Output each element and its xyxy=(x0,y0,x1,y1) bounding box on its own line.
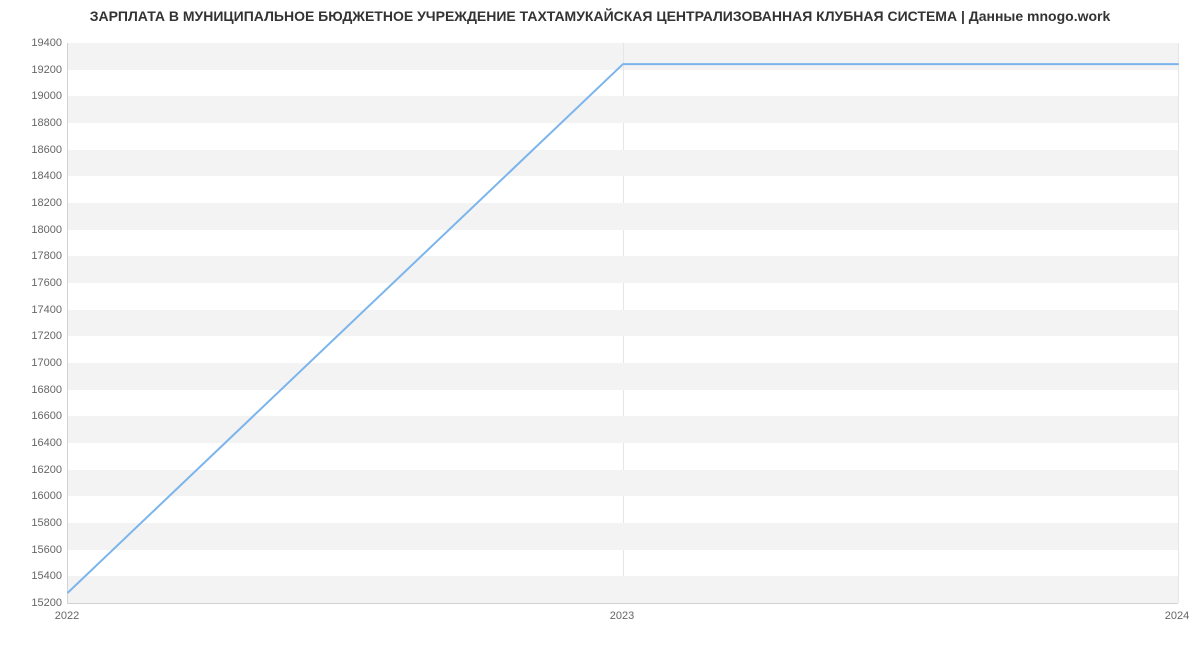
x-tick-label: 2024 xyxy=(1165,610,1189,622)
y-tick-label: 17600 xyxy=(7,277,62,289)
y-tick-label: 16000 xyxy=(7,490,62,502)
y-tick-label: 15200 xyxy=(7,597,62,609)
chart-title: ЗАРПЛАТА В МУНИЦИПАЛЬНОЕ БЮДЖЕТНОЕ УЧРЕЖ… xyxy=(0,8,1200,24)
y-tick-label: 15600 xyxy=(7,544,62,556)
y-tick-label: 15800 xyxy=(7,517,62,529)
y-tick-label: 16600 xyxy=(7,410,62,422)
y-tick-label: 16800 xyxy=(7,384,62,396)
y-tick-label: 16400 xyxy=(7,437,62,449)
line-chart: ЗАРПЛАТА В МУНИЦИПАЛЬНОЕ БЮДЖЕТНОЕ УЧРЕЖ… xyxy=(0,0,1200,650)
x-gridline xyxy=(1178,43,1179,603)
x-tick-label: 2022 xyxy=(55,610,79,622)
y-tick-label: 17800 xyxy=(7,250,62,262)
y-tick-label: 19200 xyxy=(7,64,62,76)
y-tick-label: 18400 xyxy=(7,170,62,182)
y-tick-label: 19400 xyxy=(7,37,62,49)
y-tick-label: 18800 xyxy=(7,117,62,129)
y-tick-label: 18200 xyxy=(7,197,62,209)
y-tick-label: 19000 xyxy=(7,90,62,102)
x-tick-label: 2023 xyxy=(610,610,634,622)
y-tick-label: 17000 xyxy=(7,357,62,369)
y-tick-label: 16200 xyxy=(7,464,62,476)
line-series xyxy=(68,43,1178,603)
y-tick-label: 17200 xyxy=(7,330,62,342)
plot-area xyxy=(67,43,1178,604)
y-tick-label: 18600 xyxy=(7,144,62,156)
y-tick-label: 18000 xyxy=(7,224,62,236)
y-tick-label: 15400 xyxy=(7,570,62,582)
y-tick-label: 17400 xyxy=(7,304,62,316)
